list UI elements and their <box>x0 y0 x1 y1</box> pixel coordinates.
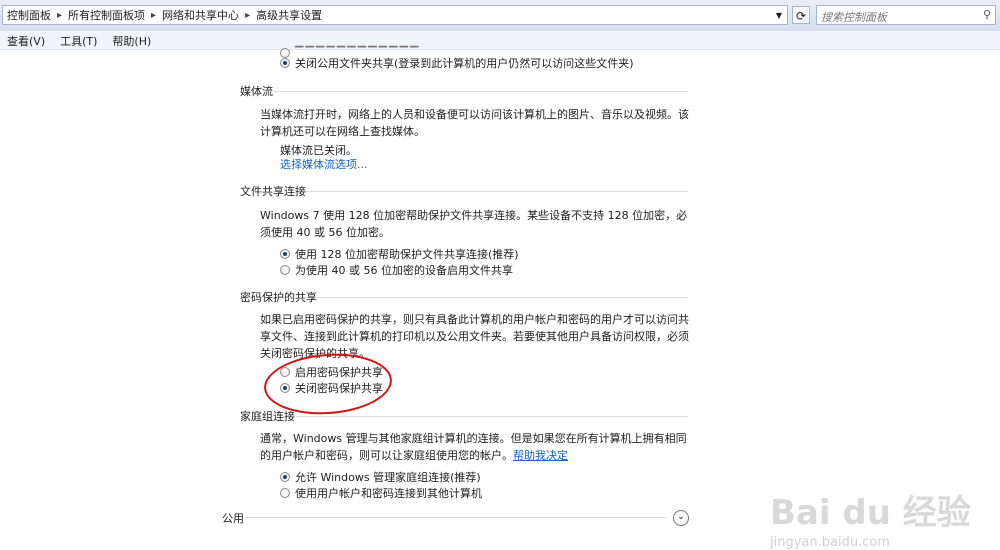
search-icon[interactable]: ⚲ <box>983 8 991 21</box>
section-title-file-sharing: 文件共享连接 <box>240 185 306 198</box>
menu-bar: 查看(V) 工具(T) 帮助(H) <box>0 31 1000 50</box>
section-title-password: 密码保护的共享 <box>240 291 317 304</box>
breadcrumb-advanced-sharing[interactable]: 高级共享设置 <box>252 7 326 23</box>
address-bar: 控制面板 ▸ 所有控制面板项 ▸ 网络和共享中心 ▸ 高级共享设置 ▼ ⟳ 搜索… <box>0 0 1000 32</box>
option-public-folder-off[interactable]: 关闭公用文件夹共享(登录到此计算机的用户仍然可以访问这些文件夹) <box>280 55 634 71</box>
media-description: 当媒体流打开时，网络上的人员和设备便可以访问该计算机上的图片、音乐以及视频。该计… <box>260 108 689 138</box>
radio-button[interactable] <box>280 265 290 275</box>
divider <box>306 191 688 192</box>
refresh-icon[interactable]: ⟳ <box>792 6 810 24</box>
breadcrumb-all-items[interactable]: 所有控制面板项 <box>64 7 149 23</box>
radio-button[interactable] <box>280 249 290 259</box>
radio-button[interactable] <box>280 58 290 68</box>
breadcrumb[interactable]: 控制面板 ▸ 所有控制面板项 ▸ 网络和共享中心 ▸ 高级共享设置 ▼ <box>2 5 788 25</box>
option-windows-manage[interactable]: 允许 Windows 管理家庭组连接(推荐) <box>280 469 481 485</box>
search-placeholder: 搜索控制面板 <box>821 11 887 24</box>
watermark-logo: Bai du 经验 <box>770 493 971 533</box>
homegroup-description: 通常，Windows 管理与其他家庭组计算机的连接。但是如果您在所有计算机上拥有… <box>260 430 690 464</box>
breadcrumb-separator-icon[interactable]: ▸ <box>243 10 252 21</box>
file-sharing-description: Windows 7 使用 128 位加密帮助保护文件共享连接。某些设备不支持 1… <box>260 209 688 239</box>
radio-button[interactable] <box>280 472 290 482</box>
option-label: 使用用户帐户和密码连接到其他计算机 <box>295 487 482 500</box>
search-input[interactable]: 搜索控制面板 ⚲ <box>816 5 996 25</box>
chevron-down-icon[interactable]: ▼ <box>771 11 787 20</box>
breadcrumb-network-center[interactable]: 网络和共享中心 <box>158 7 243 23</box>
breadcrumb-separator-icon[interactable]: ▸ <box>149 10 158 21</box>
menu-view[interactable]: 查看(V) <box>0 31 53 49</box>
divider <box>316 297 688 298</box>
chevron-down-icon[interactable]: ⌄ <box>673 510 689 526</box>
menu-tools[interactable]: 工具(T) <box>53 31 105 49</box>
option-label: 使用 128 位加密帮助保护文件共享连接(推荐) <box>295 248 519 261</box>
option-label: 为使用 40 或 56 位加密的设备启用文件共享 <box>295 264 513 277</box>
help-me-decide-link[interactable]: 帮助我决定 <box>513 449 568 462</box>
radio-button[interactable] <box>280 488 290 498</box>
media-options-link[interactable]: 选择媒体流选项... <box>280 156 368 173</box>
settings-content: ▔▔▔▔▔▔▔▔▔▔▔▔ 关闭公用文件夹共享(登录到此计算机的用户仍然可以访问这… <box>0 46 1000 550</box>
divider <box>246 517 666 518</box>
watermark-url: jingyan.baidu.com <box>770 535 890 550</box>
menu-help[interactable]: 帮助(H) <box>105 31 159 49</box>
option-user-account[interactable]: 使用用户帐户和密码连接到其他计算机 <box>280 485 482 501</box>
option-label: 允许 Windows 管理家庭组连接(推荐) <box>295 471 481 484</box>
section-title-homegroup: 家庭组连接 <box>240 410 295 423</box>
homegroup-description-text: 通常，Windows 管理与其他家庭组计算机的连接。但是如果您在所有计算机上拥有… <box>260 432 687 462</box>
section-title-media: 媒体流 <box>240 85 273 98</box>
option-128bit[interactable]: 使用 128 位加密帮助保护文件共享连接(推荐) <box>280 246 519 262</box>
breadcrumb-separator-icon[interactable]: ▸ <box>55 10 64 21</box>
divider <box>296 416 688 417</box>
divider <box>274 91 688 92</box>
section-title-public[interactable]: 公用 <box>222 510 244 526</box>
option-40-56bit[interactable]: 为使用 40 或 56 位加密的设备启用文件共享 <box>280 262 513 278</box>
breadcrumb-control-panel[interactable]: 控制面板 <box>3 7 55 23</box>
option-label: 关闭公用文件夹共享(登录到此计算机的用户仍然可以访问这些文件夹) <box>295 57 634 70</box>
